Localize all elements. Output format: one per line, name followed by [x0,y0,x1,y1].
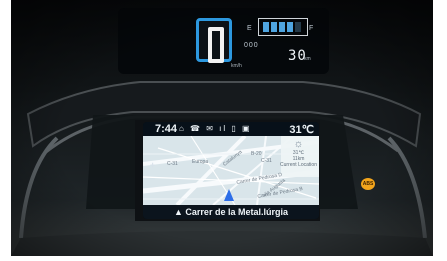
map-label-europa: Europa [192,159,209,165]
temperature: 31℃ [289,124,314,136]
infotainment-display: 7:44 ⌂ ☎ ✉ ıl ▯ ▣ 31℃ + − C-31 Europa B-… [143,122,319,219]
abs-warning-icon: ABS [361,178,375,190]
navigation-position-icon [224,189,234,201]
street-name: ▲ Carrer de la Metal.lúrgia [143,205,319,219]
status-icons: ⌂ ☎ ✉ ıl ▯ ▣ [179,124,252,133]
fuel-bar-5 [295,22,301,32]
fuel-bar-4 [287,22,293,32]
clock: 7:44 [155,123,178,135]
fuel-full-label: F [309,25,314,32]
fuel-bar-1 [263,22,269,32]
zoom-out-button[interactable]: − [150,174,155,184]
navigation-map[interactable]: + − C-31 Europa B-20 C-31 Carrer de Pedr… [143,136,319,205]
map-label-b20: B-20 [251,151,262,157]
status-bar: 7:44 ⌂ ☎ ✉ ıl ▯ ▣ 31℃ [143,122,319,136]
gear-indicator [196,18,232,63]
map-label-c31-right: C-31 [261,158,272,164]
weather-widget: ☼ 31℃ 11km Current Location [280,138,317,177]
weather-sun-icon: ☼ [293,138,304,150]
map-label-c31-left: C-31 [167,161,178,167]
distance-unit: km [304,56,311,62]
speed-unit: km/h [231,63,242,69]
fuel-bar-2 [271,22,277,32]
trip-label: 000 [244,42,259,49]
weather-label: Current Location [280,162,317,168]
fuel-bar-3 [279,22,285,32]
fuel-gauge [258,18,308,36]
zoom-in-button[interactable]: + [150,160,155,170]
fuel-empty-label: E [247,25,252,32]
